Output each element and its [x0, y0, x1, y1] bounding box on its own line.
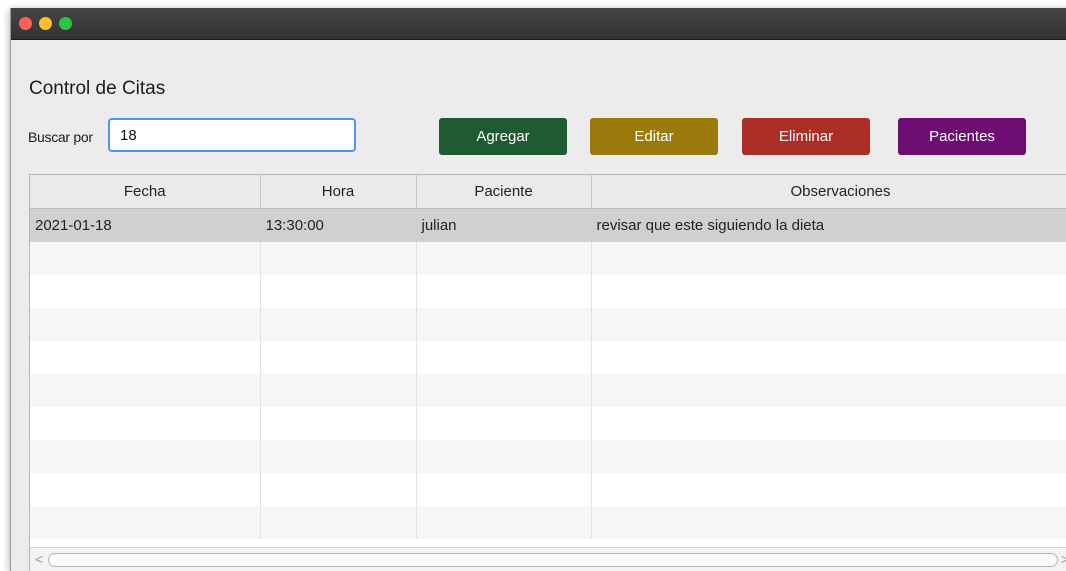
scroll-right-icon[interactable]: >	[1061, 551, 1066, 567]
search-label: Buscar por	[28, 129, 93, 145]
empty-table-row[interactable]	[30, 275, 1066, 308]
column-header-fecha[interactable]: Fecha	[30, 175, 261, 209]
horizontal-scrollbar[interactable]: < >	[30, 547, 1066, 571]
cell-observaciones: revisar que este siguiendo la dieta	[591, 208, 1066, 242]
table-row[interactable]: 2021-01-18 13:30:00 julian revisar que e…	[30, 208, 1066, 242]
empty-table-row[interactable]	[30, 407, 1066, 440]
close-window-icon[interactable]	[19, 17, 32, 30]
empty-table-row[interactable]	[30, 440, 1066, 473]
minimize-window-icon[interactable]	[39, 17, 52, 30]
empty-table-row[interactable]	[30, 341, 1066, 374]
page-title: Control de Citas	[29, 78, 166, 99]
empty-table-row[interactable]	[30, 242, 1066, 275]
appointments-table[interactable]: Fecha Hora Paciente Observaciones 2021-0…	[29, 174, 1066, 571]
empty-table-row[interactable]	[30, 374, 1066, 407]
title-bar	[11, 8, 1066, 40]
cell-hora: 13:30:00	[260, 208, 417, 242]
delete-button[interactable]: Eliminar	[742, 118, 870, 155]
cell-paciente: julian	[416, 208, 592, 242]
empty-table-row[interactable]	[30, 473, 1066, 506]
zoom-window-icon[interactable]	[59, 17, 72, 30]
scrollbar-thumb[interactable]	[48, 553, 1058, 567]
column-header-paciente[interactable]: Paciente	[416, 175, 592, 209]
column-header-observaciones[interactable]: Observaciones	[591, 175, 1066, 209]
add-button[interactable]: Agregar	[439, 118, 567, 155]
search-input[interactable]	[108, 118, 356, 152]
column-header-hora[interactable]: Hora	[260, 175, 417, 209]
app-window: Control de Citas Buscar por Agregar Edit…	[10, 8, 1066, 571]
patients-button[interactable]: Pacientes	[898, 118, 1026, 155]
empty-table-row[interactable]	[30, 308, 1066, 341]
edit-button[interactable]: Editar	[590, 118, 718, 155]
cell-fecha: 2021-01-18	[30, 208, 261, 242]
scroll-left-icon[interactable]: <	[35, 551, 43, 567]
empty-table-row[interactable]	[30, 506, 1066, 539]
